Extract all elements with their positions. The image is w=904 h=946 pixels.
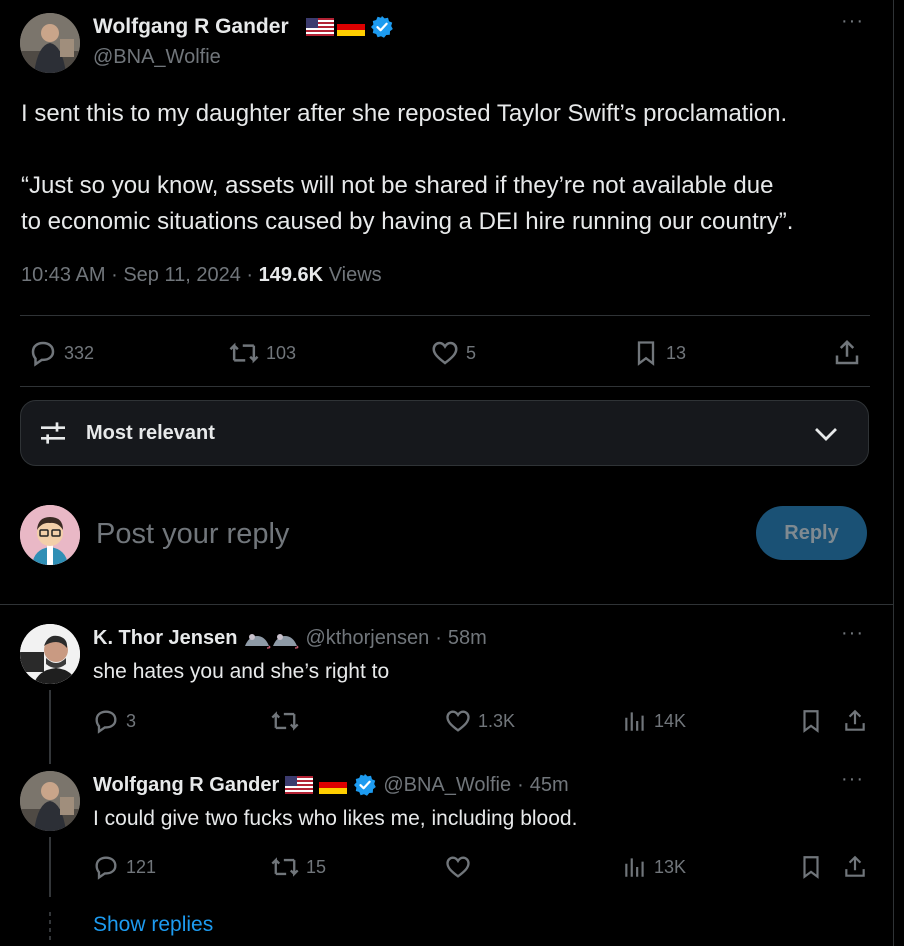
column-border — [893, 0, 894, 946]
bookmark-icon — [803, 856, 819, 879]
bookmark-icon — [637, 341, 655, 366]
share-button[interactable] — [832, 338, 862, 368]
repost-count: 103 — [266, 342, 297, 363]
reply-button[interactable]: 121 — [92, 853, 156, 881]
tweet-date[interactable]: Sep 11, 2024 — [123, 264, 241, 286]
repost-icon — [229, 342, 259, 364]
reply-author-handle[interactable]: @kthorjensen — [305, 627, 429, 650]
share-icon — [845, 855, 865, 877]
reply-author-avatar[interactable] — [20, 771, 80, 831]
reply-button[interactable]: 3 — [92, 707, 136, 735]
views-count: 14K — [654, 710, 687, 731]
repost-icon — [271, 711, 299, 731]
views-button[interactable]: 13K — [622, 853, 686, 881]
heart-icon — [446, 710, 470, 732]
share-button[interactable] — [842, 707, 868, 735]
tweet-text-line: I sent this to my daughter after she rep… — [21, 100, 788, 127]
divider — [20, 315, 870, 316]
thread-line — [49, 837, 51, 897]
reply-button[interactable]: 332 — [28, 338, 94, 368]
like-button[interactable]: 1.3K — [444, 707, 515, 735]
heart-icon — [446, 856, 470, 878]
bookmark-button[interactable] — [798, 707, 824, 735]
reply-count: 121 — [126, 856, 157, 877]
mouse-emoji-icon — [245, 633, 299, 649]
bookmark-icon — [803, 710, 819, 733]
flag-us-icon — [306, 18, 334, 36]
more-options-icon[interactable]: ··· — [841, 10, 864, 33]
reply-submit-label: Reply — [784, 521, 839, 544]
verified-badge-icon[interactable] — [353, 773, 377, 797]
verified-badge-icon[interactable] — [370, 15, 394, 39]
thread-dots — [49, 912, 51, 944]
tweet-meta: 10:43 AM · Sep 11, 2024 · 149.6K Views — [21, 264, 382, 286]
like-count: 5 — [466, 342, 477, 363]
tweet-text-line: “Just so you know, assets will not be sh… — [21, 172, 774, 199]
reply-text: I could give two fucks who likes me, inc… — [93, 807, 578, 830]
like-button[interactable]: 5 — [430, 338, 476, 368]
reply-age[interactable]: 58m — [448, 627, 487, 650]
views-button[interactable]: 14K — [622, 707, 686, 735]
reply-text: she hates you and she’s right to — [93, 660, 390, 683]
reply-header: K. Thor Jensen @kthorjensen · 58m — [93, 627, 487, 650]
like-button[interactable] — [444, 853, 478, 881]
bookmark-button[interactable] — [798, 853, 824, 881]
my-avatar[interactable] — [20, 505, 80, 565]
views-label: Views — [328, 264, 382, 286]
flag-germany-icon — [337, 18, 365, 36]
reply-author-name[interactable]: K. Thor Jensen — [93, 627, 237, 650]
show-replies-link[interactable]: Show replies — [93, 913, 213, 937]
tweet-text-line: to economic situations caused by having … — [21, 208, 794, 235]
repost-button[interactable] — [270, 707, 306, 735]
repost-icon — [271, 857, 299, 877]
like-count: 1.3K — [478, 710, 516, 731]
reply-header: Wolfgang R Gander @BNA_Wolfie · 45m — [93, 773, 569, 797]
author-name[interactable]: Wolfgang R Gander — [93, 15, 289, 39]
analytics-icon — [625, 712, 644, 731]
repost-button[interactable]: 15 — [270, 853, 326, 881]
reply-icon — [31, 341, 55, 367]
reply-age[interactable]: 45m — [530, 774, 569, 797]
more-options-icon[interactable]: ··· — [841, 768, 864, 791]
flag-us-icon — [285, 776, 314, 794]
share-icon — [845, 709, 865, 731]
sort-dropdown[interactable]: Most relevant — [20, 400, 869, 466]
reply-author-name[interactable]: Wolfgang R Gander — [93, 774, 279, 797]
thread-line — [49, 690, 51, 764]
reply-submit-button[interactable]: Reply — [756, 506, 867, 560]
author-avatar[interactable] — [20, 13, 80, 73]
heart-icon — [432, 341, 458, 365]
tweet-time[interactable]: 10:43 AM — [21, 264, 106, 286]
views-count: 149.6K — [258, 264, 324, 286]
repost-button[interactable]: 103 — [228, 338, 296, 368]
reply-author-handle[interactable]: @BNA_Wolfie — [383, 774, 511, 797]
filter-sliders-icon — [41, 422, 65, 444]
divider — [20, 386, 870, 387]
reply-author-avatar[interactable] — [20, 624, 80, 684]
more-options-icon[interactable]: ··· — [841, 622, 864, 645]
bookmark-count: 13 — [666, 342, 687, 363]
share-icon — [835, 339, 859, 365]
share-button[interactable] — [842, 853, 868, 881]
sort-label: Most relevant — [86, 422, 215, 444]
reply-icon — [95, 856, 117, 880]
reply-count: 3 — [126, 710, 137, 731]
views-count: 13K — [654, 856, 687, 877]
divider — [0, 604, 893, 605]
tweet-text: I sent this to my daughter after she rep… — [21, 96, 881, 240]
reply-input[interactable] — [94, 510, 718, 558]
flag-germany-icon — [319, 776, 348, 794]
reply-icon — [95, 710, 117, 734]
analytics-icon — [625, 858, 644, 877]
repost-count: 15 — [306, 856, 327, 877]
reply-count: 332 — [64, 342, 95, 363]
author-handle[interactable]: @BNA_Wolfie — [93, 46, 221, 69]
chevron-down-icon — [815, 428, 837, 441]
bookmark-button[interactable]: 13 — [632, 338, 686, 368]
